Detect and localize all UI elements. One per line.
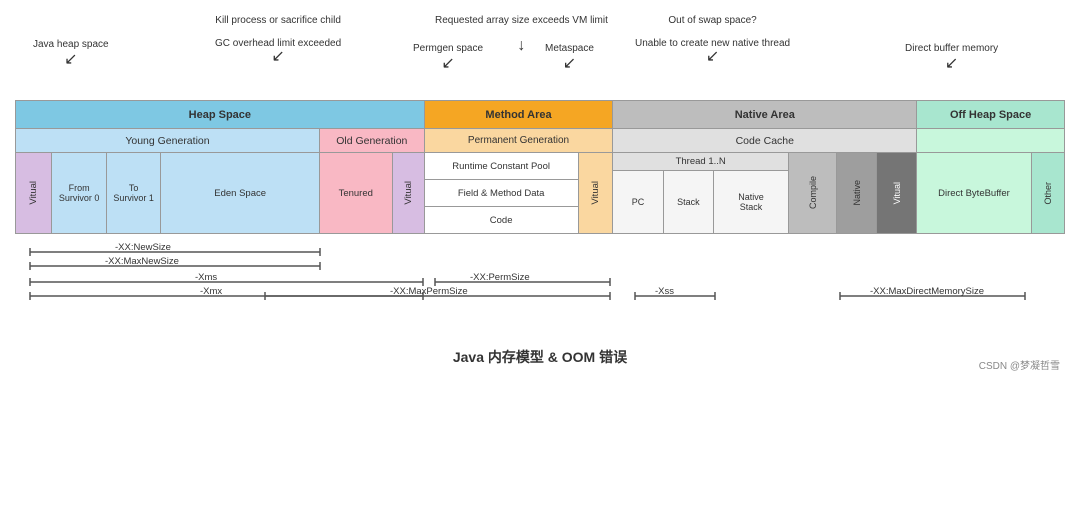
native-virtual-cell: Vitual <box>877 153 916 233</box>
compile-cell: Compile <box>789 153 837 233</box>
svg-text:-XX:MaxPermSize: -XX:MaxPermSize <box>390 286 468 297</box>
svg-text:-XX:MaxDirectMemorySize: -XX:MaxDirectMemorySize <box>870 286 984 297</box>
method-virtual-cell: Vitual <box>579 153 613 233</box>
eden-space-cell: Eden Space <box>161 153 319 233</box>
sub-headers-row: Young Generation Old Generation Permanen… <box>16 129 1064 153</box>
measurements-svg: -XX:NewSize -XX:MaxNewSize -Xms -Xmx -XX… <box>15 240 1065 335</box>
thread-header: Thread 1..N <box>613 153 788 171</box>
svg-text:-XX:PermSize: -XX:PermSize <box>470 272 530 283</box>
heap-space-header: Heap Space <box>16 101 425 128</box>
brand-label: CSDN @梦凝哲雪 <box>979 357 1060 372</box>
memory-diagram: Heap Space Method Area Native Area Off H… <box>15 100 1065 234</box>
thread-cells: PC Stack NativeStack <box>613 171 788 233</box>
native-stack-cell: NativeStack <box>714 171 788 233</box>
stack-cell: Stack <box>664 171 714 233</box>
offheap-header: Off Heap Space <box>917 101 1064 128</box>
old-gen-content: Tenured Vitual <box>320 153 425 233</box>
code-cache-header: Code Cache <box>613 129 917 152</box>
native-area-header: Native Area <box>613 101 917 128</box>
tenured-cell: Tenured <box>320 153 393 233</box>
svg-text:-XX:NewSize: -XX:NewSize <box>115 242 171 253</box>
survivor0-cell: FromSurvivor 0 <box>52 153 107 233</box>
oom-swap: Out of swap space? Unable to create new … <box>635 15 790 65</box>
oom-gc-overhead: Kill process or sacrifice child GC overh… <box>215 15 341 65</box>
svg-text:-Xss: -Xss <box>655 286 674 297</box>
footer-title: Java 内存模型 & OOM 错误 <box>15 347 1065 367</box>
method-rows: Runtime Constant Pool Field & Method Dat… <box>425 153 579 233</box>
svg-text:-Xmx: -Xmx <box>200 286 222 297</box>
direct-bytebuffer-cell: Direct ByteBuffer <box>917 153 1031 233</box>
offheap-content: Direct ByteBuffer Other <box>917 153 1064 233</box>
thread-group: Thread 1..N PC Stack NativeStack <box>613 153 789 233</box>
permanent-generation-header: Permanent Generation <box>425 129 614 152</box>
young-gen-content: Vitual FromSurvivor 0 ToSurvivor 1 Eden … <box>16 153 320 233</box>
pc-cell: PC <box>613 171 663 233</box>
oom-direct-buffer: Direct buffer memory ↙ <box>905 42 998 73</box>
oom-java-heap: Java heap space ↙ <box>33 38 109 69</box>
measurements-section: -XX:NewSize -XX:MaxNewSize -Xms -Xmx -XX… <box>15 240 1065 335</box>
survivor1-cell: ToSurvivor 1 <box>107 153 162 233</box>
content-row: Vitual FromSurvivor 0 ToSurvivor 1 Eden … <box>16 153 1064 233</box>
section-headers-row: Heap Space Method Area Native Area Off H… <box>16 101 1064 129</box>
code-row: Code <box>425 207 578 233</box>
method-area-header: Method Area <box>425 101 614 128</box>
old-generation-header: Old Generation <box>320 129 425 152</box>
main-container: Java heap space ↙ Kill process or sacrif… <box>0 0 1080 377</box>
runtime-constant-pool: Runtime Constant Pool <box>425 153 578 180</box>
svg-text:-Xms: -Xms <box>195 272 217 283</box>
native-cell: Native <box>837 153 876 233</box>
field-method-data: Field & Method Data <box>425 180 578 207</box>
offheap-sub-header <box>917 129 1064 152</box>
young-virtual-cell: Vitual <box>16 153 52 233</box>
method-area-content: Runtime Constant Pool Field & Method Dat… <box>425 153 614 233</box>
svg-text:-XX:MaxNewSize: -XX:MaxNewSize <box>105 256 179 267</box>
young-generation-header: Young Generation <box>16 129 320 152</box>
old-virtual-cell: Vitual <box>393 153 424 233</box>
native-area-content: Thread 1..N PC Stack NativeStack <box>613 153 917 233</box>
oom-metaspace: Metaspace ↙ <box>545 42 594 73</box>
other-cell: Other <box>1032 153 1064 233</box>
oom-section: Java heap space ↙ Kill process or sacrif… <box>15 10 1065 95</box>
